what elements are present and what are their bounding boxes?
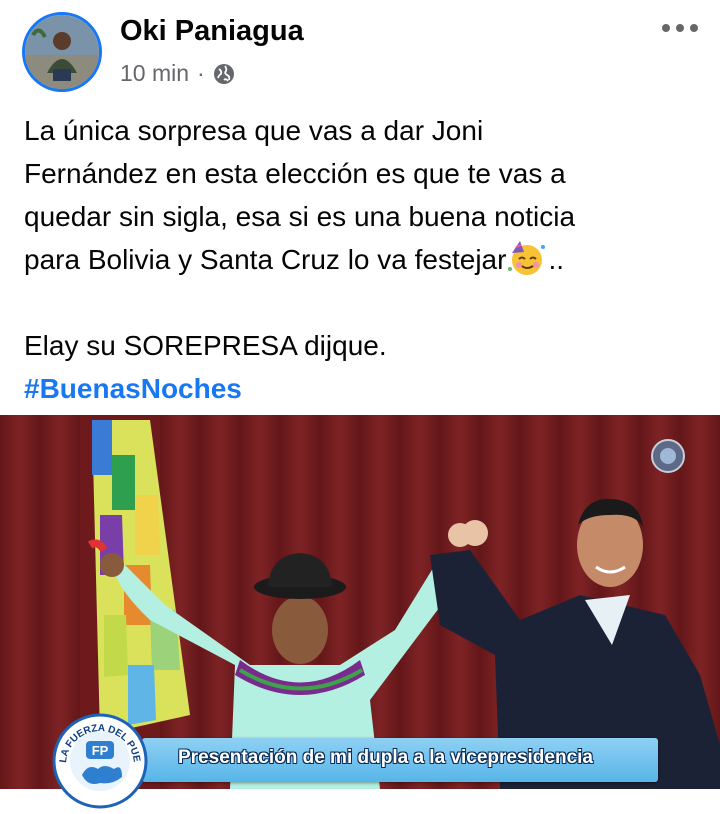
author-avatar[interactable] bbox=[22, 12, 102, 92]
post-time[interactable]: 10 min bbox=[120, 60, 189, 87]
meta-separator: · bbox=[197, 60, 205, 86]
post-header: Oki Paniagua 10 min · bbox=[0, 0, 720, 100]
post-text-line: quedar sin sigla, esa si es una buena no… bbox=[24, 201, 576, 232]
channel-logo-icon bbox=[650, 438, 686, 474]
more-options-icon bbox=[662, 24, 698, 32]
hashtag-link[interactable]: #BuenasNoches bbox=[24, 367, 694, 410]
party-logo-icon: LA FUERZA DEL PUEBLO FP bbox=[48, 705, 148, 809]
caption-text: Presentación de mi dupla a la vicepresid… bbox=[178, 747, 594, 768]
post-text-line: Elay su SOREPRESA dijque. bbox=[24, 330, 387, 361]
post-body: La única sorpresa que vas a dar Joni Fer… bbox=[24, 109, 694, 410]
post-text-segment: para Bolivia y Santa Cruz lo va festejar bbox=[24, 244, 507, 275]
post-text-line: La única sorpresa que vas a dar Joni bbox=[24, 115, 484, 146]
post-text-segment: .. bbox=[548, 244, 565, 275]
post-meta: 10 min · bbox=[120, 60, 235, 87]
post-text-line: Fernández en esta elección es que te vas… bbox=[24, 158, 566, 189]
party-logo-initials: FP bbox=[92, 743, 109, 758]
author-name[interactable]: Oki Paniagua bbox=[120, 15, 304, 48]
avatar-photo bbox=[25, 15, 99, 89]
post-text-line: para Bolivia y Santa Cruz lo va festejar… bbox=[24, 238, 694, 281]
globe-icon[interactable] bbox=[213, 63, 235, 85]
partying-face-icon bbox=[506, 239, 548, 277]
more-options-button[interactable] bbox=[658, 12, 702, 44]
